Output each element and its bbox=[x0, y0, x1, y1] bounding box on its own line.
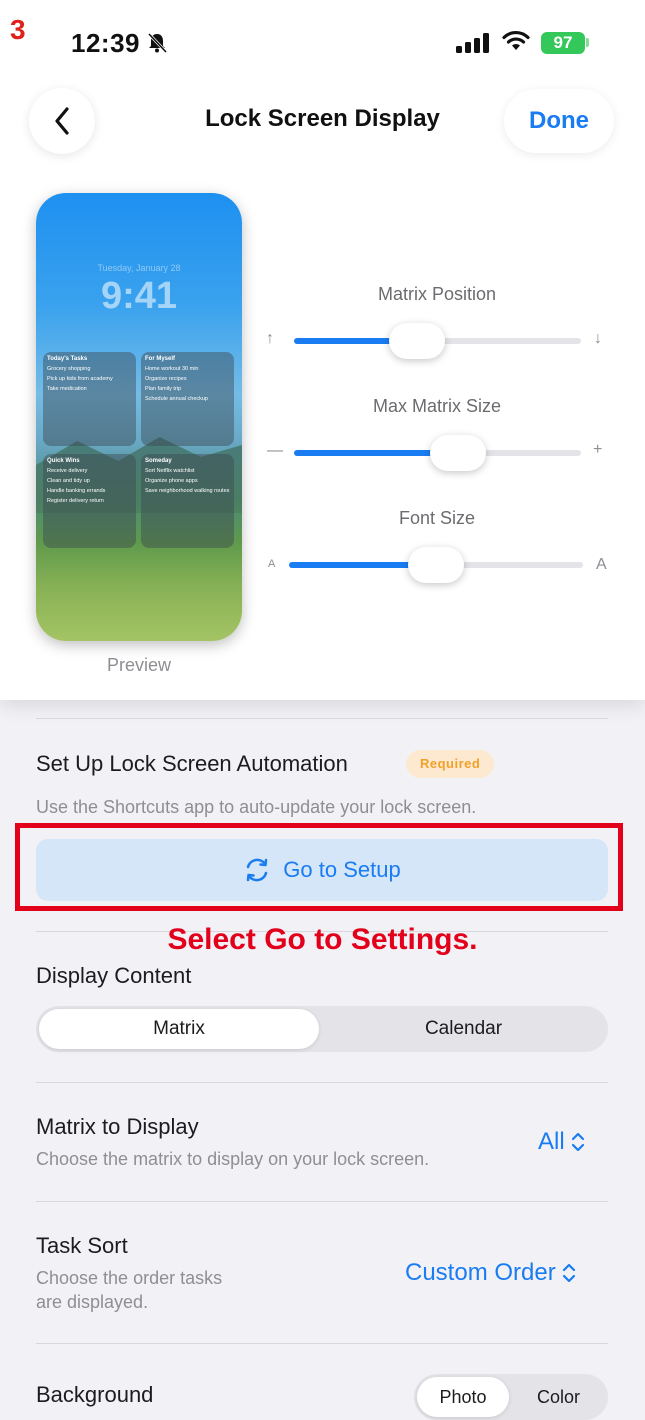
preview-time: 9:41 bbox=[100, 275, 178, 317]
step-marker: 3 bbox=[10, 14, 26, 45]
quadrant-item: Grocery shopping bbox=[47, 366, 91, 372]
instruction-annotation: Select Go to Settings. bbox=[167, 923, 478, 956]
matrix-position-slider[interactable] bbox=[294, 320, 581, 364]
battery-cap bbox=[586, 38, 589, 47]
quadrant-item: Save neighborhood walking routes bbox=[145, 488, 230, 494]
bell-slash-icon bbox=[147, 32, 168, 54]
segment-photo[interactable]: Photo bbox=[417, 1377, 509, 1417]
quadrant-title: For Myself bbox=[145, 356, 176, 362]
quadrant-item: Handle banking errands bbox=[47, 488, 106, 494]
divider bbox=[36, 718, 608, 719]
quadrant-item: Clean and tidy up bbox=[47, 478, 90, 484]
max-matrix-size-slider[interactable] bbox=[294, 432, 581, 476]
segment-matrix[interactable]: Matrix bbox=[39, 1009, 319, 1049]
task-sort-value: Custom Order bbox=[405, 1259, 556, 1286]
divider bbox=[36, 1082, 608, 1083]
divider bbox=[36, 1343, 608, 1344]
quadrant-item: Home workout 30 min bbox=[145, 366, 199, 372]
cellular-signal-icon bbox=[456, 33, 489, 53]
segment-color[interactable]: Color bbox=[512, 1377, 605, 1417]
preview-quadrant-someday: Someday Sort Netflix watchlist Organize … bbox=[141, 454, 234, 548]
battery-indicator: 97 bbox=[541, 32, 585, 54]
chevron-left-icon bbox=[55, 107, 69, 135]
preview-quadrant-today: Today's Tasks Grocery shopping Pick up k… bbox=[43, 352, 136, 446]
arrow-down-icon: ↓ bbox=[594, 330, 602, 347]
matrix-to-display-picker[interactable]: All bbox=[538, 1128, 585, 1156]
matrix-to-display-title: Matrix to Display bbox=[36, 1114, 199, 1139]
preview-quadrant-myself: For Myself Home workout 30 min Organize … bbox=[141, 352, 234, 446]
task-sort-description-line1: Choose the order tasks bbox=[36, 1268, 223, 1288]
minus-icon: — bbox=[267, 442, 283, 459]
highlight-box bbox=[15, 823, 623, 911]
wifi-icon bbox=[502, 30, 530, 50]
preview-date: Tuesday, January 28 bbox=[97, 263, 181, 273]
done-button[interactable]: Done bbox=[504, 89, 614, 153]
divider bbox=[36, 1201, 608, 1202]
arrow-up-icon: ↑ bbox=[266, 330, 274, 347]
font-size-label: Font Size bbox=[398, 508, 476, 528]
max-matrix-size-label: Max Matrix Size bbox=[372, 396, 502, 416]
matrix-to-display-description: Choose the matrix to display on your loc… bbox=[36, 1149, 430, 1169]
quadrant-item: Schedule annual checkup bbox=[145, 396, 208, 402]
quadrant-item: Organize phone apps bbox=[145, 478, 198, 484]
chevron-up-down-icon bbox=[571, 1132, 584, 1152]
quadrant-title: Today's Tasks bbox=[47, 356, 88, 362]
background-title: Background bbox=[36, 1382, 154, 1407]
automation-description: Use the Shortcuts app to auto-update you… bbox=[36, 797, 477, 817]
matrix-position-thumb[interactable] bbox=[389, 323, 446, 359]
quadrant-title: Someday bbox=[145, 458, 172, 464]
quadrant-item: Plan family trip bbox=[145, 386, 182, 392]
segment-calendar[interactable]: Calendar bbox=[322, 1009, 605, 1049]
font-size-thumb[interactable] bbox=[408, 547, 464, 583]
status-time: 12:39 bbox=[71, 28, 140, 58]
page-title: Lock Screen Display bbox=[205, 105, 440, 132]
quadrant-title: Quick Wins bbox=[47, 458, 80, 464]
preview-quadrant-quick-wins: Quick Wins Receive delivery Clean and ti… bbox=[43, 454, 136, 548]
task-sort-picker[interactable]: Custom Order bbox=[405, 1259, 576, 1287]
preview-label: Preview bbox=[106, 655, 172, 675]
matrix-position-label: Matrix Position bbox=[377, 284, 497, 304]
display-content-title: Display Content bbox=[36, 963, 192, 988]
background-segmented-control: Photo Color bbox=[414, 1374, 608, 1420]
font-large-icon: A bbox=[596, 556, 607, 573]
quadrant-item: Take medication bbox=[47, 386, 87, 392]
quadrant-item: Organize recipes bbox=[145, 376, 187, 382]
matrix-to-display-value: All bbox=[538, 1128, 565, 1155]
plus-icon: + bbox=[593, 441, 603, 458]
quadrant-item: Pick up kids from academy bbox=[47, 376, 113, 382]
font-small-icon: A bbox=[268, 558, 276, 570]
quadrant-item: Sort Netflix watchlist bbox=[145, 468, 195, 474]
chevron-up-down-icon bbox=[562, 1263, 575, 1283]
quadrant-item: Register delivery return bbox=[47, 498, 104, 504]
required-badge: Required bbox=[406, 750, 495, 778]
back-button[interactable] bbox=[29, 88, 95, 154]
display-content-segmented-control: Matrix Calendar bbox=[36, 1006, 608, 1052]
lock-screen-preview: Tuesday, January 28 9:41 Today's Tasks G… bbox=[36, 193, 242, 641]
quadrant-item: Receive delivery bbox=[47, 468, 88, 474]
font-size-slider[interactable] bbox=[289, 544, 583, 588]
automation-title: Set Up Lock Screen Automation bbox=[36, 751, 348, 776]
task-sort-description-line2: are displayed. bbox=[36, 1292, 149, 1312]
max-matrix-size-thumb[interactable] bbox=[429, 435, 486, 471]
task-sort-title: Task Sort bbox=[36, 1233, 128, 1258]
